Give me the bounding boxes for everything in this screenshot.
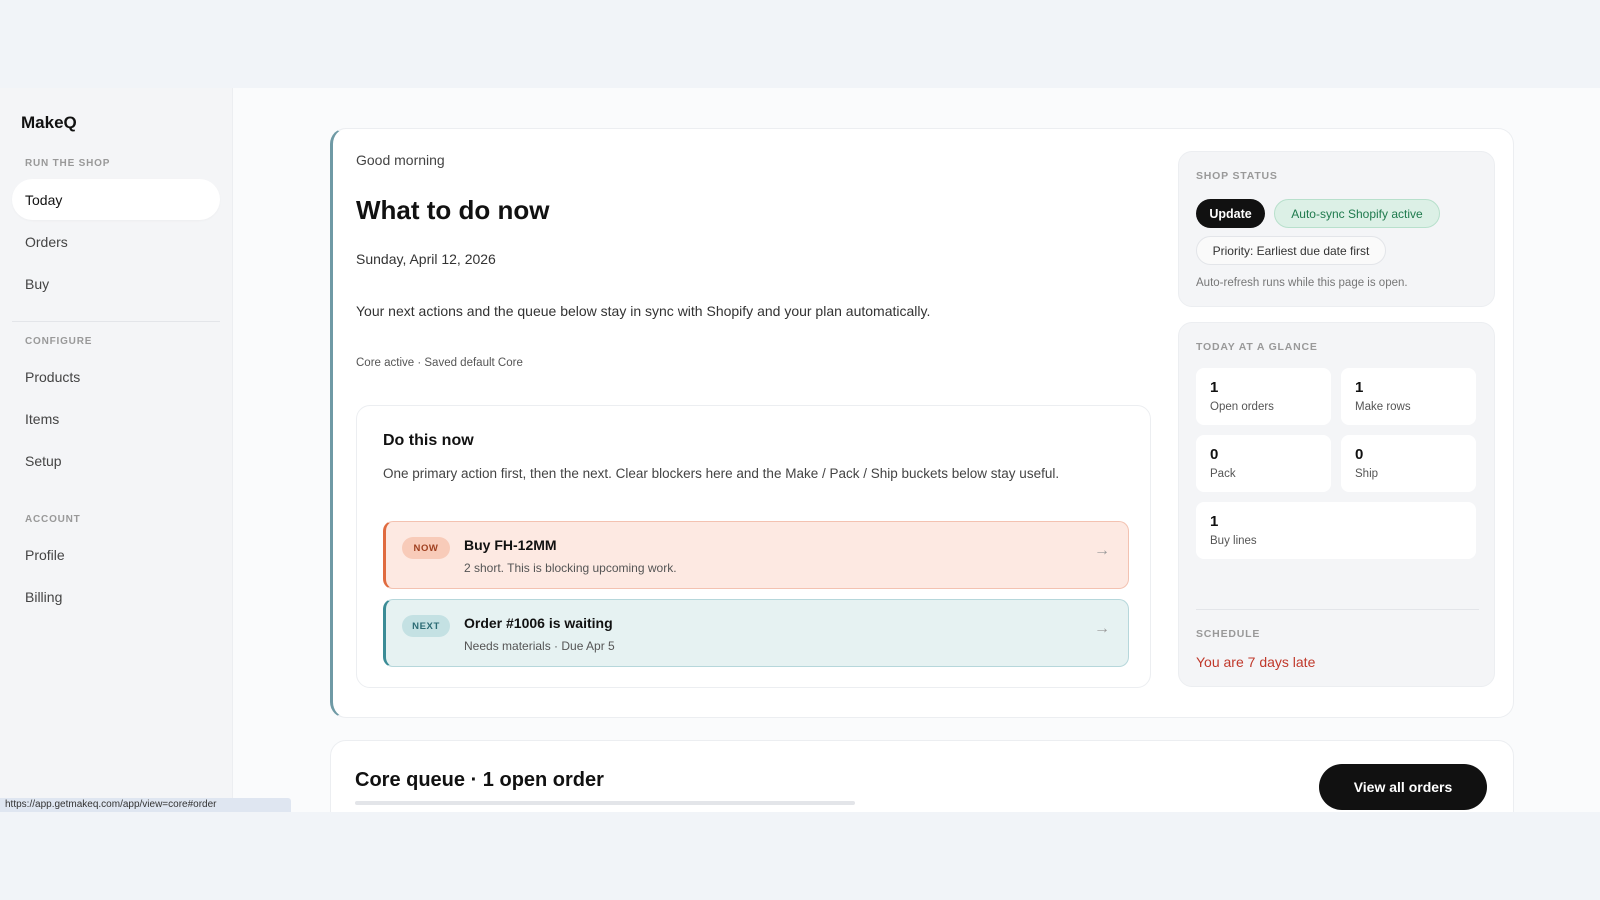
greeting: Good morning xyxy=(356,152,445,168)
sidebar-item-profile[interactable]: Profile xyxy=(12,534,220,575)
do-now-title: Do this now xyxy=(383,432,474,449)
link-status-bar: https://app.getmakeq.com/app/view=core#o… xyxy=(0,798,291,812)
stat-buy-lines[interactable]: 1 Buy lines xyxy=(1196,502,1476,559)
page-title: What to do now xyxy=(356,195,550,225)
next-tag: NEXT xyxy=(402,615,450,637)
do-this-now-panel: Do this now One primary action first, th… xyxy=(356,405,1151,688)
core-queue-card: Core queue · 1 open order View all order… xyxy=(330,740,1514,812)
queue-title: Core queue · 1 open order xyxy=(355,769,604,791)
stat-label: Open orders xyxy=(1210,401,1274,413)
action-card-now[interactable]: NOW Buy FH-12MM 2 short. This is blockin… xyxy=(383,521,1129,589)
sidebar-item-setup[interactable]: Setup xyxy=(12,440,220,481)
sidebar-item-orders[interactable]: Orders xyxy=(12,221,220,262)
stat-value: 1 xyxy=(1355,379,1364,396)
stat-value: 1 xyxy=(1210,379,1219,396)
stat-value: 0 xyxy=(1355,446,1364,463)
action-subtitle: 2 short. This is blocking upcoming work. xyxy=(464,561,677,575)
action-title: Order #1006 is waiting xyxy=(464,615,613,631)
brand-logo[interactable]: MakeQ xyxy=(21,113,77,133)
priority-badge[interactable]: Priority: Earliest due date first xyxy=(1196,236,1386,265)
sidebar: MakeQ RUN THE SHOP Today Orders Buy CONF… xyxy=(0,88,233,812)
plan-meta: Core active · Saved default Core xyxy=(356,357,523,369)
stat-ship[interactable]: 0 Ship xyxy=(1341,435,1476,492)
action-card-next[interactable]: NEXT Order #1006 is waiting Needs materi… xyxy=(383,599,1129,667)
arrow-right-icon: → xyxy=(1094,620,1110,637)
today-hero-card: Good morning What to do now Sunday, Apri… xyxy=(330,128,1514,718)
nav-divider xyxy=(12,321,220,322)
schedule-label: SCHEDULE xyxy=(1196,628,1261,640)
stat-value: 1 xyxy=(1210,513,1219,530)
sync-status-badge: Auto-sync Shopify active xyxy=(1274,199,1440,228)
view-all-orders-button[interactable]: View all orders xyxy=(1319,764,1487,810)
shop-status-label: SHOP STATUS xyxy=(1196,170,1278,182)
sidebar-item-billing[interactable]: Billing xyxy=(12,576,220,617)
stat-label: Ship xyxy=(1355,468,1379,480)
nav-section-configure: CONFIGURE xyxy=(25,336,93,347)
action-title: Buy FH-12MM xyxy=(464,537,557,553)
queue-subtitle-placeholder xyxy=(355,801,855,805)
update-button[interactable]: Update xyxy=(1196,199,1265,228)
today-at-a-glance-panel: TODAY AT A GLANCE 1 Open orders 1 Make r… xyxy=(1178,322,1495,687)
stat-label: Make rows xyxy=(1355,401,1411,413)
stat-make-rows[interactable]: 1 Make rows xyxy=(1341,368,1476,425)
now-tag: NOW xyxy=(402,537,450,559)
glance-label: TODAY AT A GLANCE xyxy=(1196,341,1318,353)
shop-status-panel: SHOP STATUS Update Auto-sync Shopify act… xyxy=(1178,151,1495,307)
schedule-status: You are 7 days late xyxy=(1196,654,1316,670)
do-now-description: One primary action first, then the next.… xyxy=(383,466,1060,481)
auto-refresh-note: Auto-refresh runs while this page is ope… xyxy=(1196,277,1408,289)
action-subtitle: Needs materials · Due Apr 5 xyxy=(464,639,615,653)
stat-pack[interactable]: 0 Pack xyxy=(1196,435,1331,492)
hero-description: Your next actions and the queue below st… xyxy=(356,303,931,319)
stat-value: 0 xyxy=(1210,446,1219,463)
app-window: MakeQ RUN THE SHOP Today Orders Buy CONF… xyxy=(0,88,1600,812)
stat-label: Pack xyxy=(1210,468,1236,480)
sidebar-item-products[interactable]: Products xyxy=(12,356,220,397)
stat-label: Buy lines xyxy=(1210,535,1257,547)
sidebar-item-buy[interactable]: Buy xyxy=(12,263,220,304)
stat-open-orders[interactable]: 1 Open orders xyxy=(1196,368,1331,425)
sidebar-item-items[interactable]: Items xyxy=(12,398,220,439)
current-date: Sunday, April 12, 2026 xyxy=(356,251,496,267)
sidebar-item-today[interactable]: Today xyxy=(12,179,220,220)
glance-divider xyxy=(1196,609,1479,610)
nav-section-run-the-shop: RUN THE SHOP xyxy=(25,158,111,169)
nav-section-account: ACCOUNT xyxy=(25,514,81,525)
arrow-right-icon: → xyxy=(1094,542,1110,559)
